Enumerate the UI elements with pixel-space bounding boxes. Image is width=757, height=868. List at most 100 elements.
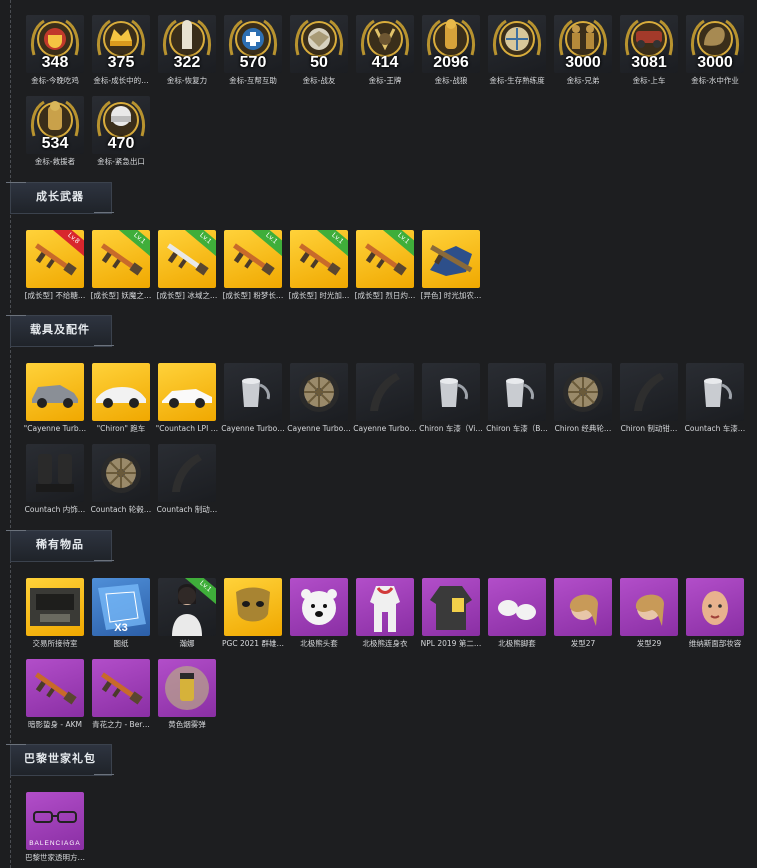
- section-title-vehicles: 载具及配件: [30, 323, 90, 336]
- medal-label: 金标-王牌: [368, 76, 402, 85]
- weapon-item[interactable]: Lv.1 [成长型] 粉梦长…: [223, 230, 283, 301]
- weapon-item[interactable]: Lv.1 [成长型] 烈日灼…: [355, 230, 415, 301]
- brake-caliper-icon: [356, 363, 414, 421]
- vehicle-label: Countach 轮毂…: [90, 505, 152, 514]
- rare-item[interactable]: X3 图纸: [92, 578, 150, 649]
- brake-caliper-icon: [158, 444, 216, 502]
- rifle-icon: [92, 659, 150, 717]
- medal-item[interactable]: 3000 金标-兄弟: [554, 15, 612, 86]
- weapon-item[interactable]: Lv.1 [成长型] 冰域之…: [157, 230, 217, 301]
- wheel-icon: [554, 363, 612, 421]
- vehicle-label: Cayenne Turbo…: [353, 424, 417, 433]
- rare-label: 图纸: [113, 639, 129, 648]
- rare-item[interactable]: 维纳斯面部妆容: [686, 578, 744, 649]
- rare-item[interactable]: 黄色烟雾弹: [158, 659, 216, 730]
- rare-item[interactable]: 北极熊连身衣: [356, 578, 414, 649]
- rare-item[interactable]: 北极熊脚套: [488, 578, 546, 649]
- vehicle-label: Cayenne Turbo…: [221, 424, 285, 433]
- medal-item[interactable]: 375 金标-成长中的…: [92, 15, 150, 86]
- paris-label: 巴黎世家透明方…: [25, 853, 85, 862]
- weapon-item[interactable]: Lv.8 [成长型] 不给糖…: [25, 230, 85, 301]
- rare-item[interactable]: 暗影蛰身 - AKM: [26, 659, 84, 730]
- hair-icon: [620, 578, 678, 636]
- vehicle-label: Chiron 经典轮…: [554, 424, 612, 433]
- vehicle-item[interactable]: Countach 车漆…: [685, 363, 745, 434]
- vehicle-item[interactable]: "Countach LPI …: [156, 363, 218, 434]
- rare-item[interactable]: 交易所接待室: [26, 578, 84, 649]
- medal-count: 3000: [697, 54, 733, 71]
- vehicle-label: Countach 车漆…: [684, 424, 746, 433]
- tree-connector-line: [10, 0, 11, 868]
- medal-label: 金标-互帮互助: [229, 76, 277, 85]
- weapon-label: [成长型] 冰域之…: [156, 291, 218, 300]
- rare-label: 北极熊连身衣: [362, 639, 408, 648]
- weapon-label: [成长型] 不给糖…: [24, 291, 86, 300]
- vehicle-item[interactable]: Countach 内饰…: [25, 444, 85, 515]
- medal-label: 金标-战狼: [434, 76, 468, 85]
- vehicle-item[interactable]: "Cayenne Turb…: [24, 363, 86, 434]
- medal-item[interactable]: 322 金标-恢复力: [158, 15, 216, 86]
- wheel-icon: [290, 363, 348, 421]
- section-header-vehicles: 载具及配件: [6, 313, 114, 347]
- weapon-item[interactable]: [异色] 时光加农…: [421, 230, 481, 301]
- vehicle-item[interactable]: Countach 轮毂…: [91, 444, 151, 515]
- section-header-paris: 巴黎世家礼包: [6, 742, 114, 776]
- sunglasses-icon: BALENCIAGA: [26, 792, 84, 850]
- rare-item[interactable]: Lv.1 瀚娜: [158, 578, 216, 649]
- jacket-icon: [422, 578, 480, 636]
- vehicle-item[interactable]: "Chiron" 跑车: [92, 363, 150, 434]
- section-header-weapons: 成长武器: [6, 180, 114, 214]
- medal-item[interactable]: 570 金标-互帮互助: [224, 15, 282, 86]
- medal-item[interactable]: 2096 金标-战狼: [422, 15, 480, 86]
- rare-label: 黄色烟雾弹: [168, 720, 206, 729]
- rare-label: 青花之力 - Ber…: [92, 720, 150, 729]
- rare-item[interactable]: NPL 2019 第二…: [421, 578, 481, 649]
- vehicle-item[interactable]: Cayenne Turbo…: [353, 363, 417, 434]
- vehicle-label: Countach 制动…: [156, 505, 218, 514]
- medal-count: 50: [310, 54, 328, 71]
- medal-item[interactable]: 50 金标-战友: [290, 15, 348, 86]
- vehicle-item[interactable]: Chiron 经典轮…: [554, 363, 612, 434]
- paint-bucket-icon: [488, 363, 546, 421]
- weapon-item[interactable]: Lv.1 [成长型] 妖魔之…: [91, 230, 151, 301]
- medal-label: 金标-救援者: [34, 157, 76, 166]
- rifle-icon: Lv.1: [92, 230, 150, 288]
- eagle-medal-icon: 50: [290, 15, 348, 73]
- rare-item[interactable]: 发型29: [620, 578, 678, 649]
- paint-bucket-icon: [224, 363, 282, 421]
- medal-count: 348: [41, 54, 69, 71]
- medal-label: 金标-战友: [302, 76, 336, 85]
- vehicle-item[interactable]: Chiron 制动钳…: [620, 363, 678, 434]
- medal-item[interactable]: 金标-生存熟练度: [488, 15, 546, 86]
- rare-label: 暗影蛰身 - AKM: [28, 720, 82, 729]
- ace-medal-icon: 414: [356, 15, 414, 73]
- medal-item[interactable]: 534 金标-救援者: [26, 96, 84, 167]
- paris-item[interactable]: BALENCIAGA 巴黎世家透明方…: [25, 792, 85, 863]
- vehicle-item[interactable]: Cayenne Turbo…: [287, 363, 351, 434]
- medal-item[interactable]: 3000 金标-水中作业: [686, 15, 744, 86]
- hair-icon: [554, 578, 612, 636]
- soldier-medal-icon: 2096: [422, 15, 480, 73]
- vehicle-item[interactable]: Countach 制动…: [157, 444, 217, 515]
- face-icon: [686, 578, 744, 636]
- medal-item[interactable]: 414 金标-王牌: [356, 15, 414, 86]
- rare-item[interactable]: PGC 2021 群雄…: [222, 578, 284, 649]
- rare-item[interactable]: 青花之力 - Ber…: [92, 659, 150, 730]
- rare-label: 北极熊头套: [300, 639, 338, 648]
- rare-item[interactable]: 北极熊头套: [290, 578, 348, 649]
- vehicle-item[interactable]: Chiron 车漆（B…: [486, 363, 548, 434]
- medal-item[interactable]: 3081 金标-上车: [620, 15, 678, 86]
- medal-label: 金标-兄弟: [566, 76, 600, 85]
- medal-label: 金标-今晚吃鸡: [31, 76, 79, 85]
- weapon-item[interactable]: Lv.1 [成长型] 时光加…: [289, 230, 349, 301]
- rare-item[interactable]: 发型27: [554, 578, 612, 649]
- medal-count: 414: [371, 54, 399, 71]
- vehicle-item[interactable]: Chiron 车漆（Vi…: [419, 363, 483, 434]
- vehicle-label: "Countach LPI …: [155, 424, 219, 433]
- medal-item[interactable]: 348 金标-今晚吃鸡: [26, 15, 84, 86]
- rare-label: 交易所接待室: [32, 639, 78, 648]
- weapon-label: [成长型] 妖魔之…: [90, 291, 152, 300]
- vehicle-item[interactable]: Cayenne Turbo…: [221, 363, 285, 434]
- medal-item[interactable]: 470 金标-紧急出口: [92, 96, 150, 167]
- vehicle-label: Chiron 制动钳…: [620, 424, 678, 433]
